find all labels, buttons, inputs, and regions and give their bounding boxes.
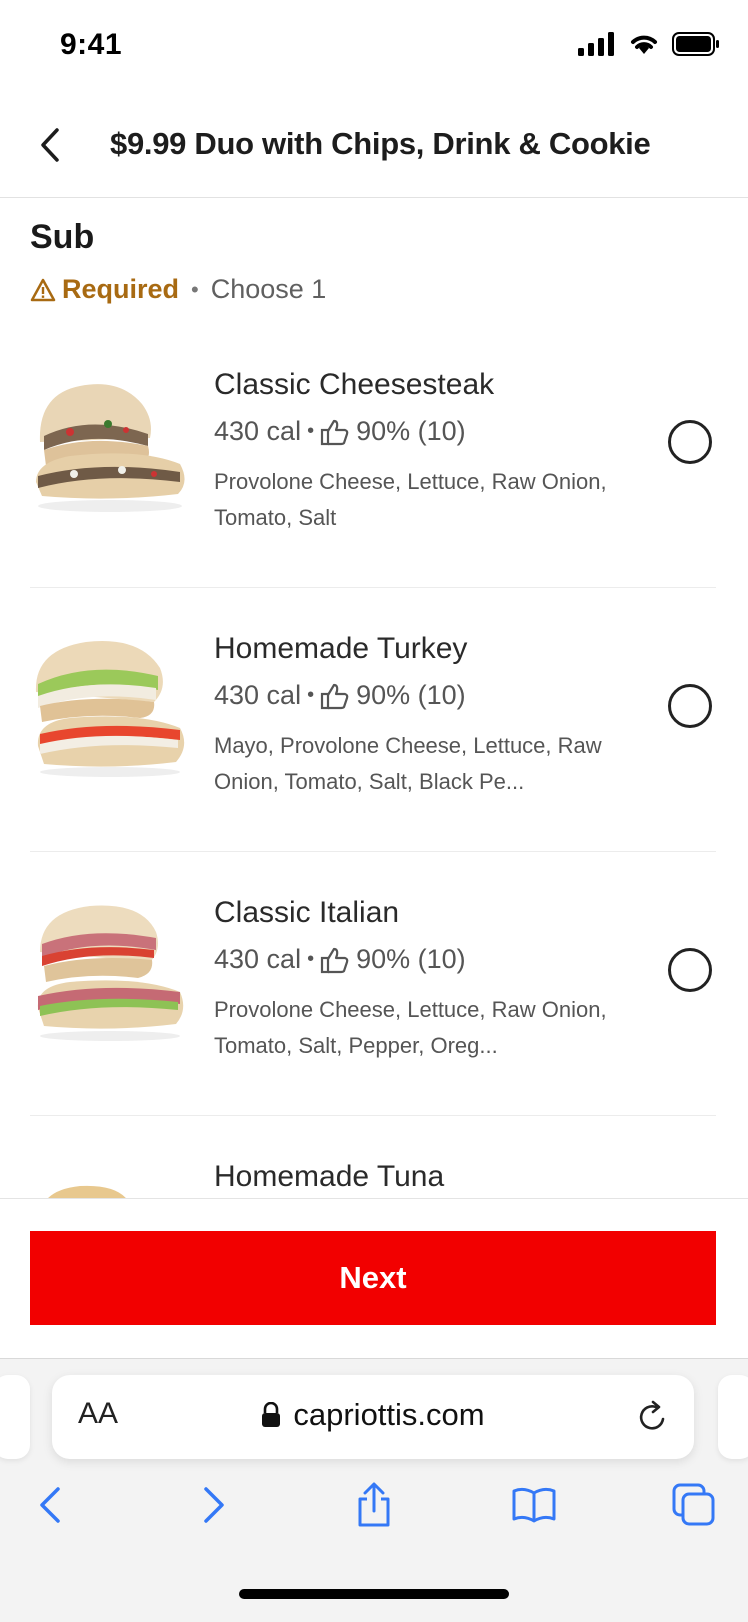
book-icon <box>512 1487 556 1523</box>
page-title: $9.99 Duo with Chips, Drink & Cookie <box>110 126 651 161</box>
bookmarks-button[interactable] <box>508 1479 560 1531</box>
warning-icon <box>30 278 56 301</box>
item-description: Mayo, Provolone Cheese, Lettuce, Raw Oni… <box>214 733 602 794</box>
item-stats: 430 cal • 90% (10) <box>214 416 466 447</box>
select-radio[interactable] <box>668 948 712 992</box>
rating: 90% (10) <box>356 680 466 710</box>
rating: 90% (10) <box>356 944 466 974</box>
home-indicator <box>239 1589 509 1599</box>
tabs-icon <box>672 1483 715 1526</box>
meta-separator: • <box>191 276 199 302</box>
back-button[interactable] <box>28 120 72 170</box>
required-badge: Required <box>30 274 179 305</box>
url-text: capriottis.com <box>293 1397 485 1432</box>
list-item[interactable]: Homemade Tuna <box>30 1116 716 1198</box>
browser-nav-toolbar <box>0 1479 748 1559</box>
item-description: Provolone Cheese, Lettuce, Raw Onion, To… <box>214 997 607 1058</box>
url-display[interactable]: capriottis.com <box>52 1397 694 1433</box>
item-name: Classic Italian <box>214 896 400 929</box>
wifi-icon <box>631 35 657 54</box>
share-icon <box>358 1482 390 1527</box>
calories: 430 cal <box>214 680 302 710</box>
required-label: Required <box>62 274 180 304</box>
thumbs-up-icon <box>320 947 349 973</box>
item-name: Classic Cheesesteak <box>214 368 495 401</box>
list-item[interactable]: Homemade Turkey 430 cal • 90% (10) Mayo,… <box>30 588 716 852</box>
browser-forward-button[interactable] <box>188 1479 240 1531</box>
browser-back-button[interactable] <box>24 1479 76 1531</box>
calories: 430 cal <box>214 416 302 446</box>
item-name: Homemade Tuna <box>214 1160 445 1193</box>
thumbs-up-icon <box>320 683 349 709</box>
chevron-left-icon <box>40 1487 60 1523</box>
item-description: Provolone Cheese, Lettuce, Raw Onion, To… <box>214 469 607 530</box>
italian-sub-image <box>37 905 184 1041</box>
thumbs-up-icon <box>320 419 349 445</box>
item-name: Homemade Turkey <box>214 632 468 665</box>
section-title: Sub <box>30 218 95 256</box>
next-button[interactable]: Next <box>30 1231 716 1325</box>
stats-separator: • <box>307 684 315 706</box>
address-bar[interactable]: AA capriottis.com <box>52 1375 694 1459</box>
bottom-action-bar: Next <box>0 1198 748 1358</box>
cellular-signal-icon <box>578 32 614 56</box>
chevron-left-icon <box>41 128 59 162</box>
tabs-button[interactable] <box>668 1479 720 1531</box>
cheesesteak-image <box>36 384 185 512</box>
status-icons <box>578 32 720 56</box>
status-time: 9:41 <box>60 28 123 61</box>
calories: 430 cal <box>214 944 302 974</box>
share-button[interactable] <box>348 1479 400 1531</box>
list-item[interactable]: Classic Italian 430 cal • 90% (10) Provo… <box>30 852 716 1116</box>
app-screen: 9:41 $9.99 Duo with Chips, Drink & Cooki… <box>0 0 748 1622</box>
lock-icon <box>262 1402 281 1427</box>
choose-count-label: Choose 1 <box>210 274 327 304</box>
item-stats: 430 cal • 90% (10) <box>214 680 466 711</box>
tuna-sub-image <box>48 1185 126 1198</box>
rating: 90% (10) <box>356 416 466 446</box>
section-requirements: Required • Choose 1 <box>30 274 326 305</box>
item-stats: 430 cal • 90% (10) <box>214 944 466 975</box>
stats-separator: • <box>307 948 315 970</box>
chevron-right-icon <box>204 1487 224 1523</box>
select-radio[interactable] <box>668 684 712 728</box>
browser-toolbar: AA capriottis.com <box>0 1358 748 1622</box>
stats-separator: • <box>307 420 315 442</box>
previous-tab-preview[interactable] <box>0 1375 30 1459</box>
turkey-sub-image <box>35 641 185 777</box>
next-tab-preview[interactable] <box>718 1375 748 1459</box>
battery-icon <box>672 32 719 56</box>
list-item[interactable]: Classic Cheesesteak 430 cal • 90% (10) P… <box>30 324 716 588</box>
option-list[interactable]: Sub Required • Choose 1 Classic Cheesest… <box>0 198 748 1198</box>
select-radio[interactable] <box>668 420 712 464</box>
reload-icon[interactable] <box>632 1397 672 1437</box>
status-bar: 9:41 <box>0 0 748 92</box>
page-header: $9.99 Duo with Chips, Drink & Cookie <box>0 92 748 198</box>
